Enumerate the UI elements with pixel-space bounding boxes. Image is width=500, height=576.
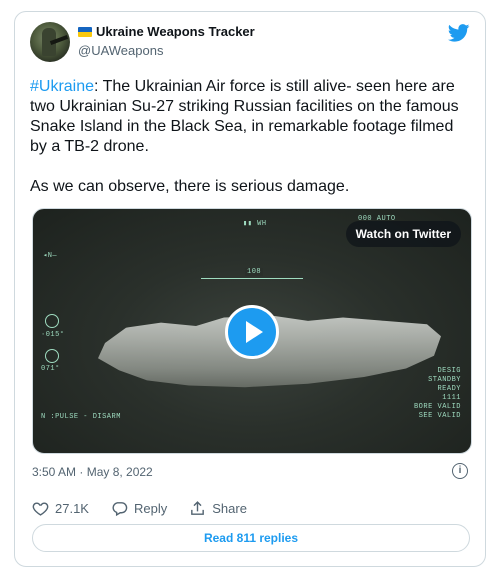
play-button[interactable] (225, 305, 279, 359)
share-icon (191, 500, 205, 515)
reply-icon (112, 501, 128, 516)
hud-status-line: SEE VALID (418, 412, 461, 420)
tweet-body-2: As we can observe, there is serious dama… (30, 178, 350, 195)
tweet-timestamp[interactable]: 3:50 AM · May 8, 2022 (32, 465, 153, 479)
author-handle[interactable]: @UAWeapons (78, 43, 163, 58)
avatar[interactable] (30, 22, 70, 62)
share-button[interactable]: Share (189, 500, 247, 517)
hud-status-line: BORE VALID (413, 403, 461, 411)
tweet-text: #Ukraine: The Ukrainian Air force is sti… (30, 77, 470, 197)
author-name[interactable]: Ukraine Weapons Tracker (96, 24, 255, 39)
hud-ring-icon (45, 314, 59, 328)
tweet-card: Ukraine Weapons Tracker @UAWeapons #Ukra… (14, 11, 486, 567)
hashtag-link[interactable]: #Ukraine (30, 78, 94, 95)
hud-status-line: 1111 (442, 394, 461, 402)
heart-icon (32, 501, 49, 516)
watch-on-twitter-button[interactable]: Watch on Twitter (345, 221, 461, 247)
like-count: 27.1K (55, 500, 89, 516)
author-name-line[interactable]: Ukraine Weapons Tracker (78, 24, 255, 39)
hud-pulse: N :PULSE - DISARM (41, 413, 121, 421)
hud-status-line: DESIG (437, 367, 461, 375)
tweet-actions: 27.1K Reply Share (32, 498, 247, 518)
hud-status-line: STANDBY (428, 376, 461, 384)
video-player[interactable]: ▮▮ WH 000 AUTO ◂N— 108 ·015° 071° N :PUL… (32, 208, 472, 454)
hud-angle-2: 071° (41, 365, 60, 373)
hud-heading: 108 (201, 268, 303, 279)
hud-top: ▮▮ WH (243, 220, 267, 228)
tweet-body: : The Ukrainian Air force is still alive… (30, 78, 459, 155)
hud-north: ◂N— (43, 252, 58, 260)
twitter-bird-icon[interactable] (448, 24, 470, 42)
info-icon[interactable]: i (452, 463, 468, 479)
hud-angle-1: ·015° (41, 331, 65, 339)
tweet-header: Ukraine Weapons Tracker @UAWeapons (30, 22, 470, 72)
hud-ring-icon (45, 349, 59, 363)
reply-label: Reply (133, 500, 168, 516)
ukraine-flag-icon (78, 26, 92, 37)
hud-heading-value: 108 (245, 268, 264, 276)
hud-status-line: READY (437, 385, 461, 393)
share-label: Share (212, 500, 247, 516)
read-replies-button[interactable]: Read 811 replies (32, 524, 470, 552)
like-button[interactable]: 27.1K (32, 500, 89, 517)
reply-button[interactable]: Reply (111, 500, 167, 517)
play-icon (246, 321, 263, 343)
hud-status: DESIG STANDBY READY 1111 BORE VALID SEE … (414, 367, 461, 421)
